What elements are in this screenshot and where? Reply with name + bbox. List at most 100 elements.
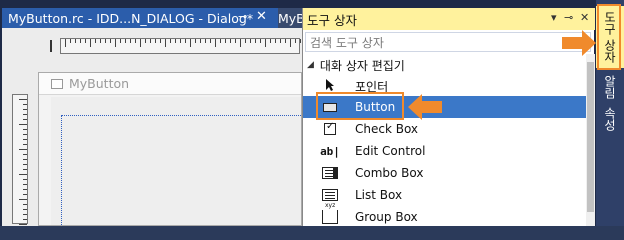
toolbox-item-check-box[interactable]: Check Box xyxy=(303,118,595,140)
ruler-tick xyxy=(140,39,141,47)
ruler-tick xyxy=(23,169,27,170)
checkbox-icon xyxy=(321,121,339,137)
tab-other-label: MyB xyxy=(278,10,304,26)
side-tab-label: 속성 xyxy=(602,107,617,131)
item-label: List Box xyxy=(355,188,403,202)
ruler-tick xyxy=(235,39,236,43)
ruler-tick xyxy=(135,39,136,43)
ruler-tick xyxy=(75,39,76,43)
ruler-tick xyxy=(23,164,27,165)
button-highlight-box xyxy=(316,92,404,120)
toolbox-header: 도구 상자 ▾ ⊸ ✕ xyxy=(303,8,595,30)
ruler-tick xyxy=(19,199,27,200)
collapse-triangle-icon[interactable]: ◢ xyxy=(307,60,314,70)
ruler-tick xyxy=(23,194,27,195)
ruler-tick xyxy=(23,144,27,145)
item-label: Group Box xyxy=(355,210,418,224)
ide-window: MyButton.rc - IDD...N_DIALOG - Dialog* ⊸… xyxy=(0,0,624,226)
scrollbar-thumb[interactable] xyxy=(587,62,594,212)
pin-icon[interactable]: ⊸ xyxy=(564,11,573,24)
ruler-tick xyxy=(255,39,256,43)
tab-label: MyButton.rc - IDD...N_DIALOG - Dialog* xyxy=(8,10,254,26)
toolbox-item-edit-control[interactable]: ab| Edit Control xyxy=(303,140,595,162)
ruler-tick xyxy=(250,39,251,43)
toolbox-group-dialog-editor[interactable]: ◢ 대화 상자 편집기 xyxy=(303,56,405,74)
ruler-tick xyxy=(275,39,276,43)
side-tab-label: 알림 xyxy=(602,75,617,99)
ruler-tick xyxy=(110,39,111,43)
ruler-tick xyxy=(19,124,27,125)
ruler-tick xyxy=(23,109,27,110)
ruler-tick xyxy=(120,39,121,43)
ruler-tick xyxy=(130,39,131,43)
ruler-tick xyxy=(115,39,116,47)
toolbox-item-group-box[interactable]: Group Box xyxy=(303,202,595,228)
ruler-tick xyxy=(185,39,186,43)
ruler-tick xyxy=(23,114,27,115)
group-box-icon xyxy=(321,202,339,225)
ruler-tick xyxy=(145,39,146,43)
dropdown-icon[interactable]: ▾ xyxy=(551,11,557,24)
group-label: 대화 상자 편집기 xyxy=(319,58,405,73)
dialog-client-area[interactable] xyxy=(51,97,301,225)
tab-other[interactable]: MyB xyxy=(278,8,304,28)
tab-dialog-editor[interactable]: MyButton.rc - IDD...N_DIALOG - Dialog* ⊸… xyxy=(2,8,278,28)
side-tab-properties[interactable]: 속성 xyxy=(596,104,624,134)
ruler-tick xyxy=(165,39,166,47)
ruler-tick xyxy=(90,39,91,47)
pointer-icon xyxy=(321,77,339,93)
ruler-tick xyxy=(230,39,231,43)
ruler-tick xyxy=(23,209,27,210)
ruler-tick xyxy=(100,39,101,43)
ruler-tick xyxy=(290,39,291,47)
ruler-tick xyxy=(285,39,286,43)
search-placeholder: 검색 도구 상자 xyxy=(310,35,384,50)
toolbox-search-input[interactable]: 검색 도구 상자 xyxy=(305,32,591,52)
list-box-icon xyxy=(321,187,339,203)
ruler-tick xyxy=(205,39,206,43)
dialog-editor-canvas[interactable]: MyButton xyxy=(2,28,302,226)
toolbox-scrollbar[interactable] xyxy=(586,54,595,226)
ruler-tick xyxy=(225,39,226,43)
toolbox-item-list-box[interactable]: List Box xyxy=(303,184,595,206)
ruler-tick xyxy=(270,39,271,43)
ruler-tick xyxy=(155,39,156,43)
ruler-tick xyxy=(23,139,27,140)
window-icon xyxy=(51,78,63,89)
ruler-tick xyxy=(160,39,161,43)
ruler-tick xyxy=(300,39,301,43)
ruler-tick xyxy=(23,119,27,120)
ruler-tick xyxy=(70,39,71,43)
ruler-tick xyxy=(23,184,27,185)
ruler-tick xyxy=(23,154,27,155)
ruler-tick xyxy=(125,39,126,43)
ruler-tick xyxy=(280,39,281,43)
ruler-tick xyxy=(295,39,296,43)
ruler-tick xyxy=(19,224,27,225)
ruler-tick xyxy=(23,179,27,180)
ruler-tick xyxy=(23,129,27,130)
ruler-tick xyxy=(195,39,196,43)
item-label: Check Box xyxy=(355,122,419,136)
dialog-preview[interactable]: MyButton xyxy=(38,72,302,226)
close-icon[interactable]: ✕ xyxy=(580,11,589,24)
vertical-ruler xyxy=(12,94,28,225)
edit-control-icon: ab| xyxy=(320,144,340,158)
pin-icon[interactable]: ⊸ xyxy=(238,10,247,23)
ruler-tick xyxy=(245,39,246,43)
ruler-tick xyxy=(65,39,66,47)
ruler-tick xyxy=(19,149,27,150)
ruler-tick xyxy=(23,159,27,160)
ruler-tick xyxy=(23,104,27,105)
close-icon[interactable]: ✕ xyxy=(256,9,267,24)
ruler-tick xyxy=(265,39,266,47)
toolbox-item-combo-box[interactable]: Combo Box xyxy=(303,162,595,184)
ruler-tick xyxy=(23,134,27,135)
ruler-tick xyxy=(19,99,27,100)
ruler-tick xyxy=(105,39,106,43)
ruler-tick xyxy=(95,39,96,43)
side-tab-notifications[interactable]: 알림 xyxy=(596,72,624,102)
dialog-margin-guide xyxy=(61,115,301,225)
ruler-tick xyxy=(210,39,211,43)
ruler-tick xyxy=(260,39,261,43)
